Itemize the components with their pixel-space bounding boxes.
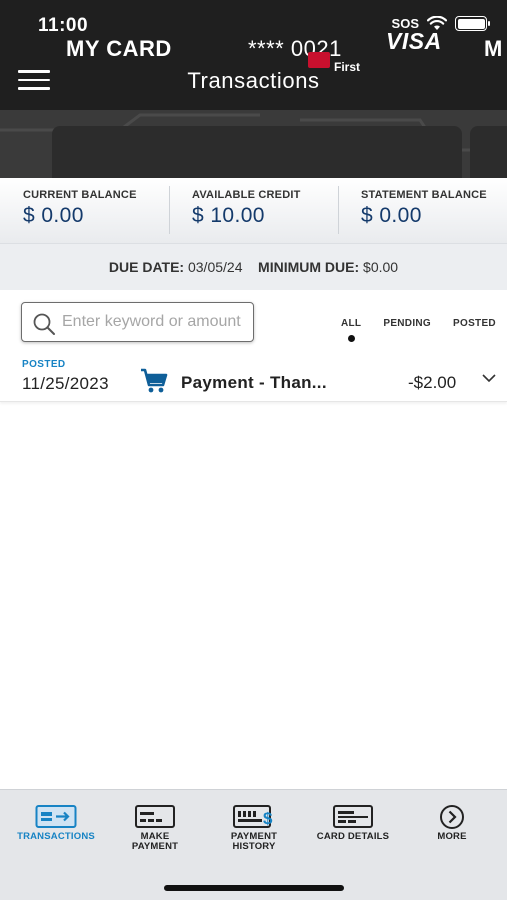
issuer-logo-icon — [308, 52, 330, 68]
status-time: 11:00 — [38, 15, 89, 36]
nav-label: PAYMENT HISTORY — [230, 831, 278, 852]
card-tile[interactable] — [52, 126, 462, 178]
transaction-date: 11/25/2023 — [22, 374, 109, 393]
visa-logo: VISA — [386, 28, 442, 54]
nav-transactions[interactable]: TRANSACTIONS — [8, 804, 104, 842]
search-box[interactable] — [21, 302, 254, 342]
issuer-name: First — [334, 60, 361, 74]
transaction-row[interactable]: POSTED 11/25/2023 Payment - Than... -$2.… — [0, 354, 507, 402]
due-date-label: DUE DATE: — [108, 259, 185, 275]
balance-value: $ 0.00 — [361, 204, 422, 227]
balance-value: $ 0.00 — [23, 204, 84, 227]
nav-label: MAKE PAYMENT — [131, 831, 179, 852]
filter-tab-all[interactable]: ALL — [330, 318, 372, 342]
balance-label: CURRENT BALANCE — [23, 189, 137, 201]
balance-label: AVAILABLE CREDIT — [192, 189, 301, 201]
filter-tab-posted[interactable]: POSTED — [442, 318, 507, 329]
search-icon — [33, 313, 55, 335]
next-card-tile[interactable] — [470, 126, 507, 178]
shopping-cart-icon — [141, 368, 168, 393]
nav-card-details[interactable]: CARD DETAILS — [305, 804, 401, 842]
nav-label: CARD DETAILS — [316, 831, 390, 842]
due-info: DUE DATE: 03/05/24 MINIMUM DUE: $0.00 — [0, 243, 507, 290]
payment-history-icon: $ — [233, 805, 273, 828]
transactions-icon — [35, 805, 77, 828]
make-payment-icon — [135, 805, 175, 828]
next-card-name: M — [484, 36, 503, 61]
page-title: Transactions — [187, 68, 320, 93]
transaction-status: POSTED — [22, 359, 66, 370]
nav-payment-history[interactable]: $ PAYMENT HISTORY — [206, 804, 302, 852]
more-icon — [440, 805, 464, 829]
card-carousel[interactable] — [0, 110, 507, 178]
card-name: MY CARD — [66, 36, 172, 61]
transaction-amount: -$2.00 — [408, 373, 457, 392]
minimum-due-label: MINIMUM DUE: — [258, 259, 360, 275]
statement-balance: STATEMENT BALANCE $ 0.00 — [338, 178, 507, 243]
card-details-icon — [333, 805, 373, 828]
nav-more[interactable]: MORE — [404, 804, 500, 842]
search-input[interactable] — [62, 303, 252, 340]
balance-label: STATEMENT BALANCE — [361, 189, 487, 201]
battery-icon — [455, 16, 490, 31]
nav-label: TRANSACTIONS — [17, 831, 95, 842]
available-credit: AVAILABLE CREDIT $ 10.00 — [169, 178, 338, 243]
bottom-nav: TRANSACTIONS MAKE PAYMENT $ PAYMENT HIST… — [0, 789, 507, 900]
balance-value: $ 10.00 — [192, 204, 265, 227]
nav-label: MORE — [437, 831, 467, 842]
minimum-due-value: $0.00 — [363, 259, 399, 275]
due-date-value: 03/05/24 — [187, 259, 243, 275]
chevron-down-icon[interactable] — [482, 374, 496, 383]
transaction-description: Payment - Than... — [181, 373, 327, 392]
filter-tab-pending[interactable]: PENDING — [372, 318, 442, 329]
filter-tabs: ALL PENDING POSTED — [330, 318, 507, 342]
svg-text:$: $ — [263, 809, 273, 828]
nav-make-payment[interactable]: MAKE PAYMENT — [107, 804, 203, 852]
balance-summary: CURRENT BALANCE $ 0.00 AVAILABLE CREDIT … — [0, 178, 507, 243]
home-indicator — [164, 885, 344, 891]
current-balance: CURRENT BALANCE $ 0.00 — [0, 178, 169, 243]
app-header: Transactions — [0, 54, 507, 110]
